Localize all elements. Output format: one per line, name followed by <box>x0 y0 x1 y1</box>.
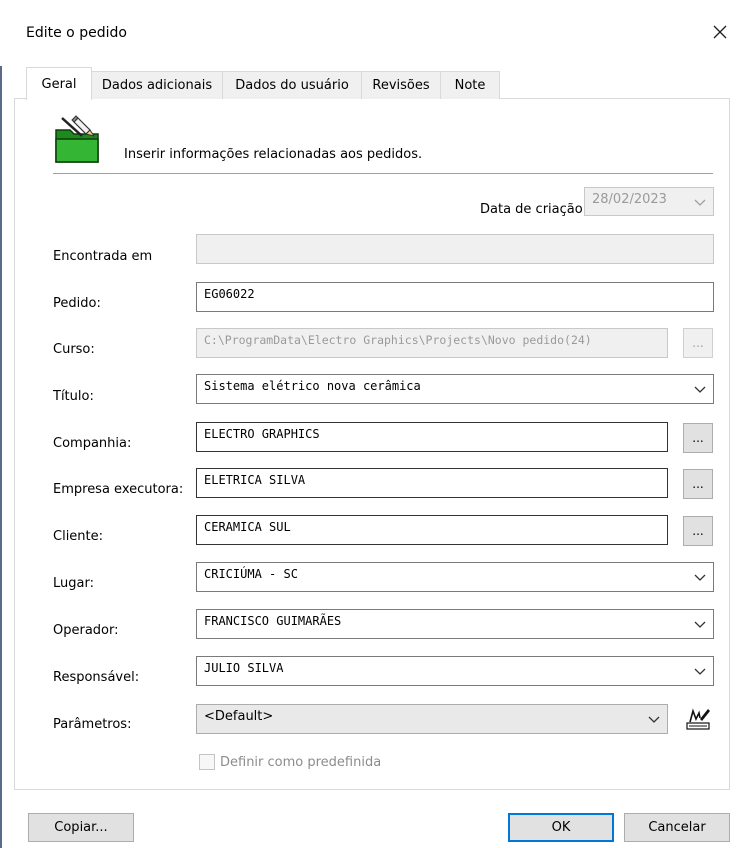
client-input[interactable]: CERAMICA SUL <box>196 515 668 545</box>
cancel-button[interactable]: Cancelar <box>624 813 730 842</box>
contractor-browse-button[interactable]: ... <box>683 469 713 499</box>
path-label: Curso: <box>53 342 95 357</box>
edit-parameters-button[interactable] <box>683 704 713 734</box>
chevron-down-icon <box>694 621 706 628</box>
found-in-field <box>196 234 714 264</box>
folder-edit-icon <box>52 112 102 166</box>
creation-date-picker[interactable]: 28/02/2023 <box>584 187 714 216</box>
order-label: Pedido: <box>53 296 101 311</box>
place-value: CRICIÚMA - SC <box>204 567 298 581</box>
tab-dados-do-usuario[interactable]: Dados do usuário <box>222 71 362 99</box>
close-button[interactable] <box>706 18 734 46</box>
path-field: C:\ProgramData\Electro Graphics\Projects… <box>196 328 668 358</box>
header-divider <box>53 173 713 174</box>
responsible-label: Responsável: <box>53 670 140 685</box>
contractor-label: Empresa executora: <box>53 482 184 497</box>
company-label: Companhia: <box>53 436 132 451</box>
place-combobox[interactable]: CRICIÚMA - SC <box>196 562 714 592</box>
ok-button[interactable]: OK <box>508 813 614 842</box>
tab-dados-adicionais[interactable]: Dados adicionais <box>91 71 223 99</box>
parameters-value: <Default> <box>204 709 274 724</box>
tab-geral[interactable]: Geral <box>26 67 92 100</box>
chevron-down-icon <box>694 574 706 581</box>
copy-button[interactable]: Copiar... <box>28 813 134 842</box>
creation-date-label: Data de criação <box>480 202 583 217</box>
signature-edit-icon <box>686 708 710 730</box>
order-input[interactable]: EG06022 <box>196 282 714 312</box>
chevron-down-icon <box>694 386 706 393</box>
chevron-down-icon <box>694 199 706 206</box>
parameters-label: Parâmetros: <box>53 717 132 732</box>
client-browse-button[interactable]: ... <box>683 516 713 546</box>
operator-value: FRANCISCO GUIMARÃES <box>204 614 342 628</box>
tab-revisoes[interactable]: Revisões <box>361 71 441 99</box>
chevron-down-icon <box>694 668 706 675</box>
window-title: Edite o pedido <box>26 25 127 41</box>
path-browse-button[interactable]: ... <box>683 328 713 358</box>
title-value: Sistema elétrico nova cerâmica <box>204 379 421 393</box>
tab-note[interactable]: Note <box>440 71 500 99</box>
client-label: Cliente: <box>53 529 104 544</box>
set-default-label: Definir como predefinida <box>220 755 382 770</box>
creation-date-value: 28/02/2023 <box>592 192 667 207</box>
title-combobox[interactable]: Sistema elétrico nova cerâmica <box>196 374 714 404</box>
set-default-checkbox[interactable] <box>199 754 215 770</box>
responsible-combobox[interactable]: JULIO SILVA <box>196 656 714 686</box>
responsible-value: JULIO SILVA <box>204 661 284 675</box>
close-icon <box>713 25 727 39</box>
window-left-edge <box>0 66 2 848</box>
found-in-label: Encontrada em <box>53 249 153 264</box>
title-label: Título: <box>53 389 94 404</box>
operator-label: Operador: <box>53 623 119 638</box>
place-label: Lugar: <box>53 576 94 591</box>
operator-combobox[interactable]: FRANCISCO GUIMARÃES <box>196 609 714 639</box>
company-input[interactable]: ELECTRO GRAPHICS <box>196 422 668 452</box>
company-browse-button[interactable]: ... <box>683 423 713 453</box>
header-description: Inserir informações relacionadas aos ped… <box>124 147 423 162</box>
contractor-input[interactable]: ELETRICA SILVA <box>196 468 668 498</box>
parameters-combobox[interactable]: <Default> <box>196 704 668 734</box>
chevron-down-icon <box>648 716 660 723</box>
